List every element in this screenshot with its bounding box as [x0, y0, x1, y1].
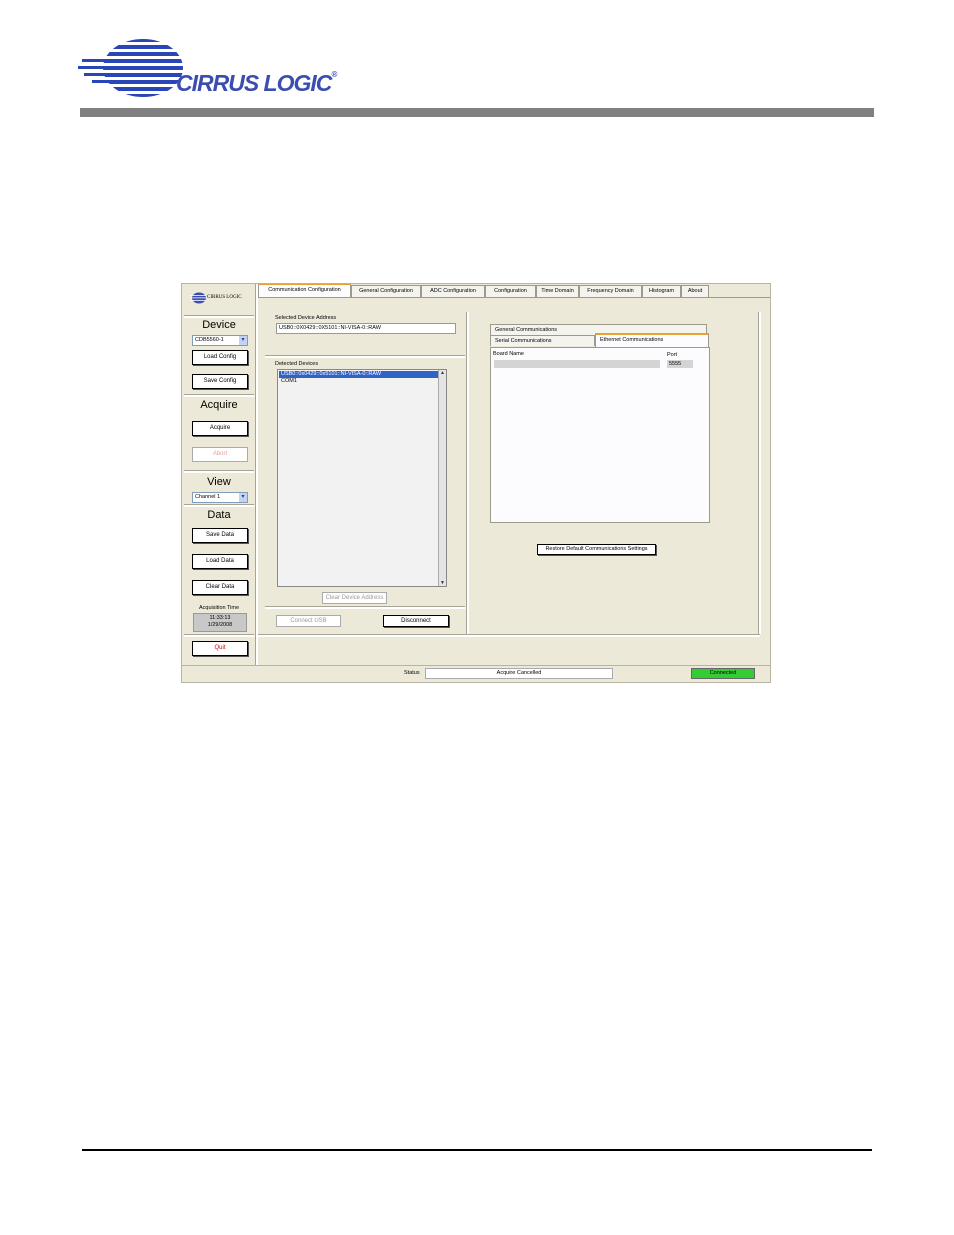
view-title: View [207, 476, 231, 488]
port-field[interactable]: 5555 [667, 360, 693, 368]
abort-button[interactable]: Abort [192, 447, 248, 462]
data-title: Data [207, 509, 231, 521]
acquisition-time-display: 11:33:13 1/29/2008 [193, 613, 247, 632]
list-scrollbar[interactable]: ▲ ▼ [438, 370, 446, 586]
chevron-down-icon[interactable]: ▾ [239, 336, 247, 345]
board-name-field[interactable] [494, 360, 660, 368]
panel-divider [466, 312, 469, 634]
load-config-button[interactable]: Load Config [192, 350, 248, 365]
scroll-down-icon[interactable]: ▼ [439, 580, 446, 586]
tab-strip: Communication Configuration General Conf… [258, 284, 770, 299]
sidebar: CIRRUS LOGIC Device CDB5560-1 ▾ Load Con… [182, 284, 256, 666]
communications-panel: General Communications Serial Communicat… [488, 324, 710, 555]
tab-serial-communications[interactable]: Serial Communications [490, 335, 595, 346]
header-rule [80, 108, 874, 117]
device-title: Device [202, 319, 236, 331]
restore-default-button[interactable]: Restore Default Communications Settings [537, 544, 656, 555]
tab-configuration[interactable]: Configuration [485, 285, 536, 297]
channel-select[interactable]: Channel 1 ▾ [192, 492, 248, 503]
detected-devices-list[interactable]: USB0::0x0429::0x5101::NI-VISA-0::RAW COM… [277, 369, 447, 587]
port-label: Port [667, 352, 678, 358]
connect-usb-button[interactable]: Connect USB [276, 615, 341, 627]
acquisition-time-label: Acquisition Time [198, 605, 240, 611]
tab-about[interactable]: About [681, 285, 709, 297]
ethernet-panel: Board Name Port 5555 [490, 347, 710, 523]
scroll-up-icon[interactable]: ▲ [439, 370, 446, 376]
chevron-down-icon[interactable]: ▾ [239, 493, 247, 502]
list-item[interactable]: COM1 [279, 378, 439, 385]
disconnect-button[interactable]: Disconnect [383, 615, 449, 627]
list-item[interactable]: USB0::0x0429::0x5101::NI-VISA-0::RAW [279, 371, 439, 378]
app-window: CIRRUS LOGIC Device CDB5560-1 ▾ Load Con… [181, 283, 771, 683]
device-select[interactable]: CDB5560-1 ▾ [192, 335, 248, 346]
acquire-button[interactable]: Acquire [192, 421, 248, 436]
clear-data-button[interactable]: Clear Data [192, 580, 248, 595]
right-edge [758, 312, 761, 634]
acquire-title: Acquire [200, 399, 238, 411]
tab-adc-configuration[interactable]: ADC Configuration [421, 285, 485, 297]
tab-time-domain[interactable]: Time Domain [536, 285, 579, 297]
tab-ethernet-communications[interactable]: Ethernet Communications [595, 333, 709, 347]
quit-button[interactable]: Quit [192, 641, 248, 656]
app-logo: CIRRUS LOGIC [190, 292, 250, 306]
acquisition-time-value: 11:33:13 [209, 615, 231, 621]
device-address-panel: Selected Device Address USB0::0X0429::0X… [263, 312, 465, 632]
selected-device-label: Selected Device Address [275, 315, 337, 321]
tab-content-bottom [258, 634, 760, 637]
app-logo-icon [190, 292, 206, 304]
status-field: Acquire Cancelled [425, 668, 613, 679]
footer-rule [82, 1149, 872, 1151]
load-data-button[interactable]: Load Data [192, 554, 248, 569]
channel-select-value: Channel 1 [195, 494, 221, 500]
acquisition-date-value: 1/29/2008 [207, 622, 233, 628]
selected-device-field[interactable]: USB0::0X0429::0X5101::NI-VISA-0::RAW [276, 323, 456, 334]
tab-histogram[interactable]: Histogram [642, 285, 681, 297]
connection-indicator: Connected [691, 668, 755, 679]
device-select-value: CDB5560-1 [195, 337, 224, 343]
app-logo-text: CIRRUS LOGIC [207, 295, 242, 300]
tab-frequency-domain[interactable]: Frequency Domain [579, 285, 642, 297]
detected-devices-label: Detected Devices [275, 361, 319, 367]
brand-name: CIRRUS LOGIC® [176, 70, 337, 96]
status-label: Status [404, 670, 420, 676]
tab-general-configuration[interactable]: General Configuration [351, 285, 421, 297]
save-config-button[interactable]: Save Config [192, 374, 248, 389]
clear-device-address-button[interactable]: Clear Device Address [322, 592, 387, 604]
tab-content: Selected Device Address USB0::0X0429::0X… [258, 298, 761, 666]
board-name-label: Board Name [493, 351, 524, 357]
status-bar: Status Acquire Cancelled Connected [182, 665, 770, 682]
save-data-button[interactable]: Save Data [192, 528, 248, 543]
